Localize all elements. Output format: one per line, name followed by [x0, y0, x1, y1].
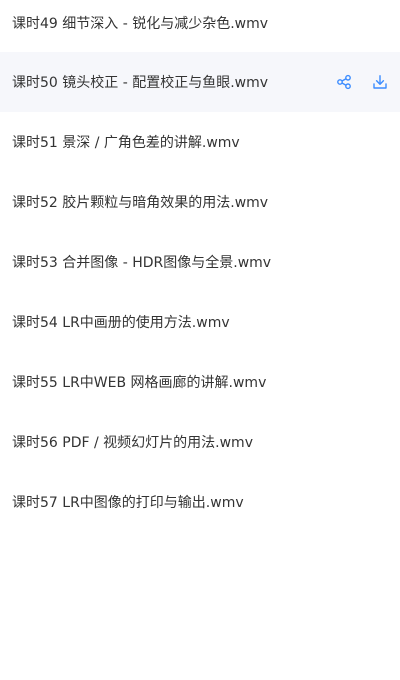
file-name: 课时51 景深 / 广角色差的讲解.wmv — [12, 135, 240, 151]
file-name: 课时56 PDF / 视频幻灯片的用法.wmv — [12, 435, 253, 451]
file-row[interactable]: 课时53 合并图像 - HDR图像与全景.wmv — [0, 232, 400, 292]
file-name: 课时53 合并图像 - HDR图像与全景.wmv — [12, 255, 272, 271]
file-row[interactable]: 课时55 LR中WEB 网格画廊的讲解.wmv — [0, 352, 400, 412]
row-actions — [336, 52, 388, 112]
file-row[interactable]: 课时51 景深 / 广角色差的讲解.wmv — [0, 112, 400, 172]
file-name: 课时55 LR中WEB 网格画廊的讲解.wmv — [12, 375, 267, 391]
file-row[interactable]: 课时52 胶片颗粒与暗角效果的用法.wmv — [0, 172, 400, 232]
file-name: 课时57 LR中图像的打印与输出.wmv — [12, 495, 244, 511]
share-icon — [337, 74, 351, 90]
file-row[interactable]: 课时57 LR中图像的打印与输出.wmv — [0, 472, 400, 532]
file-name: 课时49 细节深入 - 锐化与减少杂色.wmv — [12, 16, 269, 32]
file-name: 课时50 镜头校正 - 配置校正与鱼眼.wmv — [12, 75, 269, 91]
file-row[interactable]: 课时56 PDF / 视频幻灯片的用法.wmv — [0, 412, 400, 472]
file-row[interactable]: 课时54 LR中画册的使用方法.wmv — [0, 292, 400, 352]
download-icon — [373, 75, 387, 89]
share-button[interactable] — [336, 74, 352, 90]
file-row[interactable]: 课时49 细节深入 - 锐化与减少杂色.wmv — [0, 0, 400, 52]
file-name: 课时52 胶片颗粒与暗角效果的用法.wmv — [12, 195, 269, 211]
download-button[interactable] — [372, 74, 388, 90]
file-row[interactable]: 课时50 镜头校正 - 配置校正与鱼眼.wmv — [0, 52, 400, 112]
file-list: 课时49 细节深入 - 锐化与减少杂色.wmv 课时50 镜头校正 - 配置校正… — [0, 0, 400, 532]
file-name: 课时54 LR中画册的使用方法.wmv — [12, 315, 230, 331]
